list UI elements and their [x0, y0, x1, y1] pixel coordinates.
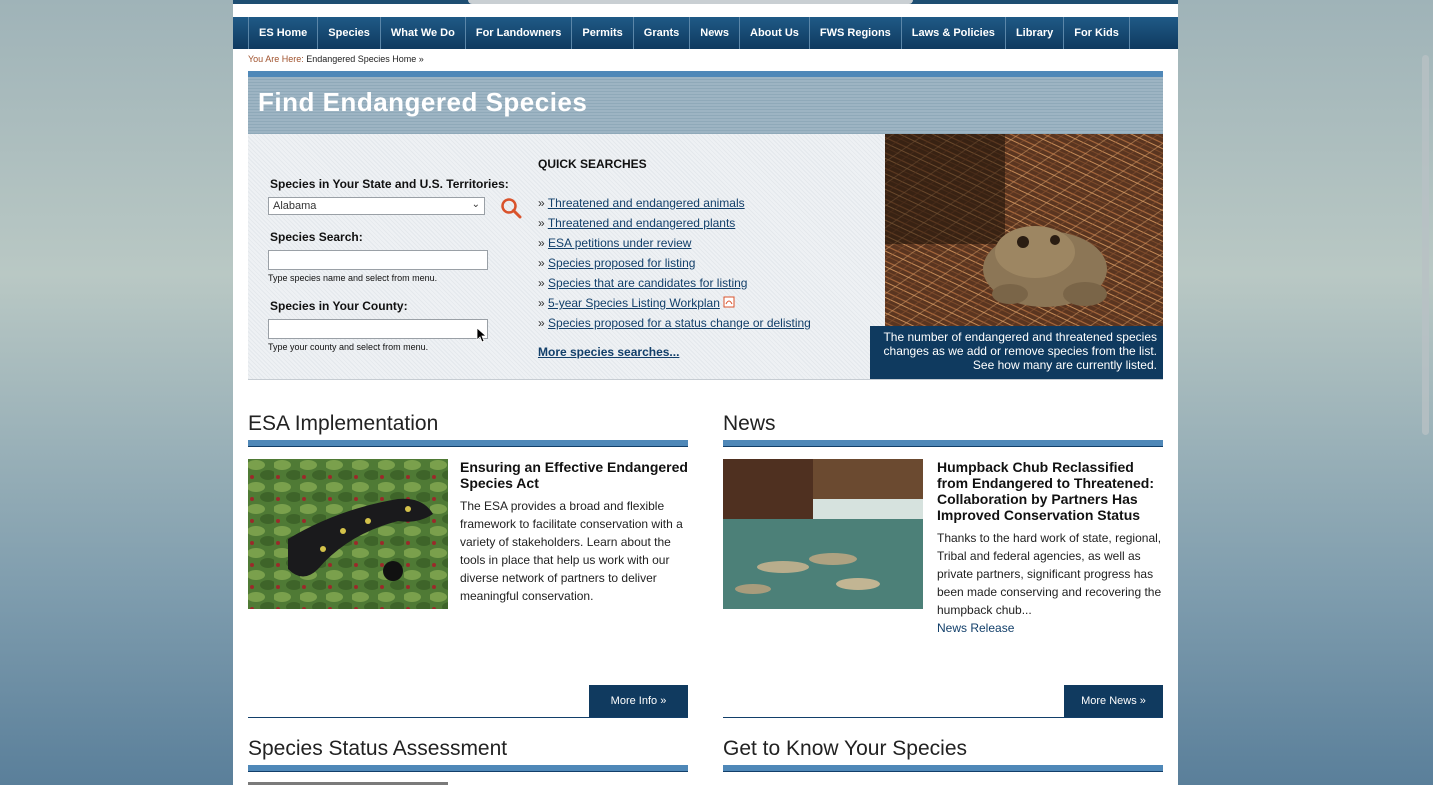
nav-grants[interactable]: Grants — [634, 17, 691, 49]
find-panel: Species in Your State and U.S. Territori… — [248, 134, 1163, 380]
nav-library[interactable]: Library — [1006, 17, 1065, 49]
link-candidates[interactable]: Species that are candidates for listing — [548, 276, 747, 290]
nav-fws-regions[interactable]: FWS Regions — [810, 17, 902, 49]
esa-headline[interactable]: Ensuring an Effective Endangered Species… — [460, 459, 690, 491]
state-label: Species in Your State and U.S. Territori… — [270, 177, 509, 191]
more-species-searches-link[interactable]: More species searches... — [538, 345, 679, 359]
bullet: » — [538, 196, 545, 210]
page-scrollbar[interactable] — [1418, 0, 1433, 785]
nav-for-kids[interactable]: For Kids — [1064, 17, 1130, 49]
more-info-button[interactable]: More Info » — [589, 685, 688, 717]
bullet: » — [538, 316, 545, 330]
search-hint: Type species name and select from menu. — [268, 273, 438, 283]
pdf-icon — [723, 296, 735, 308]
county-input[interactable] — [268, 319, 488, 339]
news-section-title: News — [723, 412, 776, 435]
nav-spacer — [233, 17, 249, 49]
more-news-button[interactable]: More News » — [1064, 685, 1163, 717]
search-label: Species Search: — [270, 230, 363, 244]
nav-news[interactable]: News — [690, 17, 740, 49]
nav-permits[interactable]: Permits — [572, 17, 634, 49]
bullet: » — [538, 236, 545, 250]
news-divider — [723, 717, 1163, 718]
humpback-chub-photo[interactable] — [723, 459, 923, 609]
main-nav: ES Home Species What We Do For Landowner… — [233, 17, 1178, 49]
nav-es-home[interactable]: ES Home — [249, 17, 319, 49]
link-workplan[interactable]: 5-year Species Listing Workplan — [548, 296, 720, 310]
nav-about-us[interactable]: About Us — [740, 17, 810, 49]
state-select[interactable]: Alabama ⌄ — [268, 197, 485, 215]
nav-species[interactable]: Species — [318, 17, 381, 49]
list-item: » Species that are candidates for listin… — [538, 276, 811, 296]
nav-laws-policies[interactable]: Laws & Policies — [902, 17, 1006, 49]
list-item: » 5-year Species Listing Workplan — [538, 296, 811, 316]
nav-for-landowners[interactable]: For Landowners — [466, 17, 573, 49]
list-item: » Threatened and endangered animals — [538, 196, 811, 216]
link-threatened-plants[interactable]: Threatened and endangered plants — [548, 216, 735, 230]
esa-section-bar — [248, 440, 688, 447]
news-section-bar — [723, 440, 1163, 447]
gtk-section-title: Get to Know Your Species — [723, 737, 967, 760]
page-title: Find Endangered Species — [258, 87, 588, 117]
salamander-photo[interactable] — [248, 459, 448, 609]
toad-photo[interactable] — [885, 134, 1163, 326]
breadcrumb-path[interactable]: Endangered Species Home » — [306, 54, 424, 64]
link-status-change[interactable]: Species proposed for a status change or … — [548, 316, 811, 330]
ssa-section-bar — [248, 765, 688, 772]
county-hint: Type your county and select from menu. — [268, 342, 429, 352]
bullet: » — [538, 216, 545, 230]
esa-body: The ESA provides a broad and flexible fr… — [460, 499, 683, 603]
esa-divider — [248, 717, 688, 718]
county-label: Species in Your County: — [270, 299, 408, 313]
search-icon[interactable] — [500, 197, 522, 219]
news-headline[interactable]: Humpback Chub Reclassified from Endanger… — [937, 459, 1159, 523]
chevron-down-icon: ⌄ — [471, 199, 480, 210]
species-search-input[interactable] — [268, 250, 488, 270]
list-item: » Species proposed for a status change o… — [538, 316, 811, 336]
news-release-link[interactable]: News Release — [937, 621, 1014, 635]
nav-what-we-do[interactable]: What We Do — [381, 17, 466, 49]
quick-searches-list: » Threatened and endangered animals » Th… — [538, 196, 811, 336]
bullet: » — [538, 256, 545, 270]
mouse-cursor-icon — [476, 327, 486, 343]
gtk-section-bar — [723, 765, 1163, 772]
page-container: ES Home Species What We Do For Landowner… — [233, 0, 1178, 785]
toad-caption[interactable]: The number of endangered and threatened … — [870, 326, 1163, 379]
quick-searches-title: QUICK SEARCHES — [538, 157, 647, 171]
breadcrumb-label: You Are Here: — [248, 54, 304, 64]
bullet: » — [538, 276, 545, 290]
news-body: Thanks to the hard work of state, region… — [937, 529, 1165, 637]
list-item: » Species proposed for listing — [538, 256, 811, 276]
esa-section-title: ESA Implementation — [248, 412, 439, 435]
link-threatened-animals[interactable]: Threatened and endangered animals — [548, 196, 745, 210]
list-item: » Threatened and endangered plants — [538, 216, 811, 236]
top-strip-highlight — [468, 0, 913, 4]
find-header: Find Endangered Species — [248, 77, 1163, 134]
list-item: » ESA petitions under review — [538, 236, 811, 256]
link-esa-petitions[interactable]: ESA petitions under review — [548, 236, 691, 250]
state-select-value: Alabama — [273, 200, 317, 212]
link-proposed-listing[interactable]: Species proposed for listing — [548, 256, 695, 270]
breadcrumb: You Are Here: Endangered Species Home » — [248, 54, 424, 64]
bullet: » — [538, 296, 545, 310]
news-body-text: Thanks to the hard work of state, region… — [937, 531, 1162, 617]
scrollbar-thumb[interactable] — [1422, 55, 1429, 435]
ssa-section-title: Species Status Assessment — [248, 737, 508, 760]
